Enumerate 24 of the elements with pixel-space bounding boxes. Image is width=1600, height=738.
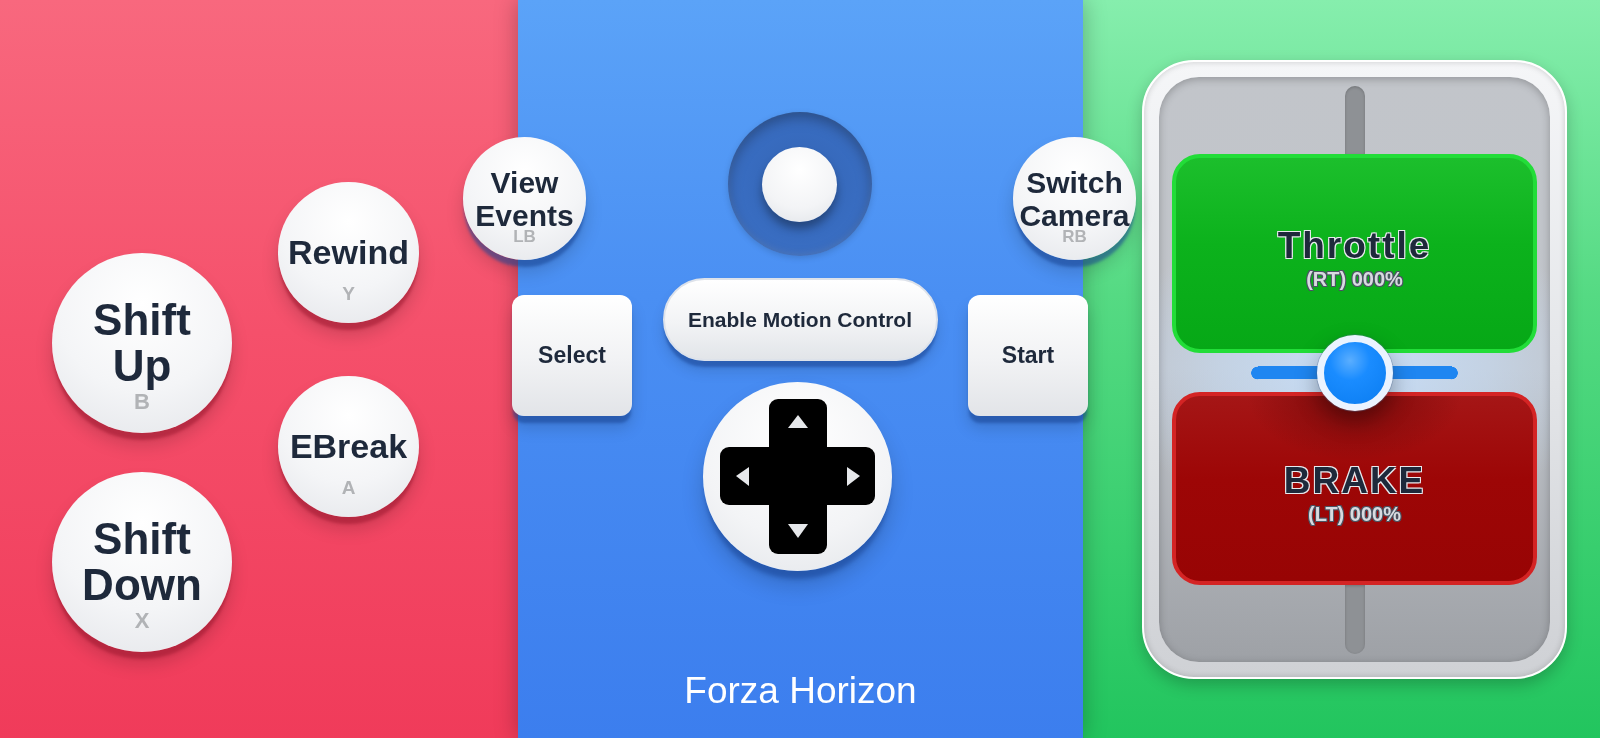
action-button[interactable]: Rewind Y (278, 182, 419, 323)
trigger-reading: (LT) 000% (1308, 501, 1401, 526)
shift-button[interactable]: Shift Down X (52, 472, 232, 652)
vertical-track (1344, 585, 1365, 654)
motion-control-button[interactable]: Enable Motion Control (662, 278, 938, 361)
brake-pad[interactable]: BRAKE (LT) 000% (1172, 392, 1537, 585)
joystick-knob[interactable] (762, 146, 837, 222)
vertical-track (1344, 86, 1365, 154)
shift-button[interactable]: Shift Up B (52, 253, 232, 433)
app-title: Forza Horizon (684, 669, 917, 713)
key-hint: B (134, 391, 150, 413)
select-button[interactable]: Select (512, 295, 632, 416)
trigger-reading: (RT) 000% (1306, 266, 1403, 291)
dpad-icon (719, 399, 875, 554)
trigger-label: BRAKE (1283, 461, 1426, 502)
key-hint: Y (341, 284, 356, 303)
key-hint: A (340, 478, 357, 497)
key-hint: LB (512, 228, 537, 245)
throttle-pad[interactable]: Throttle (RT) 000% (1172, 154, 1537, 353)
trigger-label: Throttle (1277, 226, 1432, 267)
key-hint: X (133, 610, 151, 632)
key-hint: RB (1061, 228, 1088, 245)
action-button[interactable]: EBreak A (278, 376, 419, 517)
start-button[interactable]: Start (968, 295, 1088, 416)
